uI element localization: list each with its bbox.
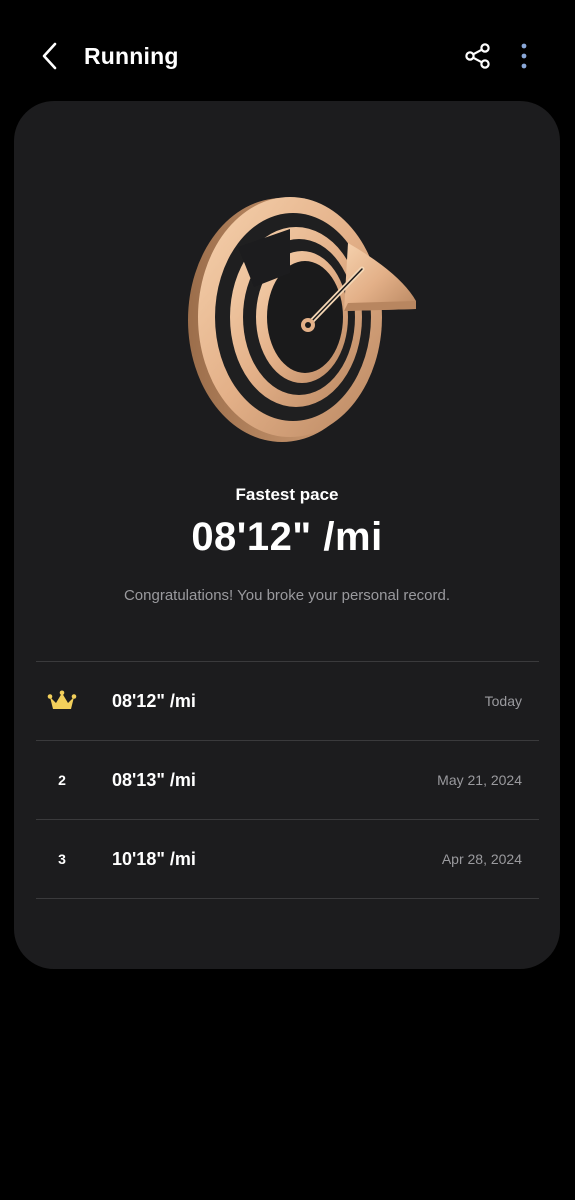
rank-crown (42, 662, 82, 740)
more-vertical-icon (521, 43, 527, 69)
app-bar: Running (0, 0, 575, 112)
record-value: 08'12" /mi (191, 515, 383, 559)
share-icon (465, 43, 490, 69)
record-date: Today (484, 693, 522, 709)
rank-number: 2 (58, 772, 66, 788)
pace-value: 08'13" /mi (112, 769, 196, 790)
share-button[interactable] (458, 36, 498, 76)
rank-number: 3 (58, 851, 66, 867)
list-item: 08'12" /mi Today (36, 662, 539, 741)
page-title: Running (84, 43, 179, 69)
pace-value: 10'18" /mi (112, 848, 196, 869)
more-options-button[interactable] (504, 36, 544, 76)
back-button[interactable] (30, 36, 70, 76)
congratulations-message: Congratulations! You broke your personal… (123, 587, 451, 604)
record-label: Fastest pace (235, 485, 339, 504)
pace-value: 08'12" /mi (112, 690, 196, 711)
chevron-left-icon (42, 42, 57, 70)
record-date: Apr 28, 2024 (441, 851, 522, 867)
list-item: 3 10'18" /mi Apr 28, 2024 (36, 820, 539, 899)
speedometer-medal-icon (188, 197, 416, 442)
record-card: Fastest pace 08'12" /mi Congratulations!… (14, 101, 560, 969)
crown-icon (47, 690, 77, 709)
pace-history-list: 08'12" /mi Today 2 08'13" /mi May 21, 20… (36, 661, 539, 899)
record-date: May 21, 2024 (437, 772, 522, 788)
list-item: 2 08'13" /mi May 21, 2024 (36, 741, 539, 820)
